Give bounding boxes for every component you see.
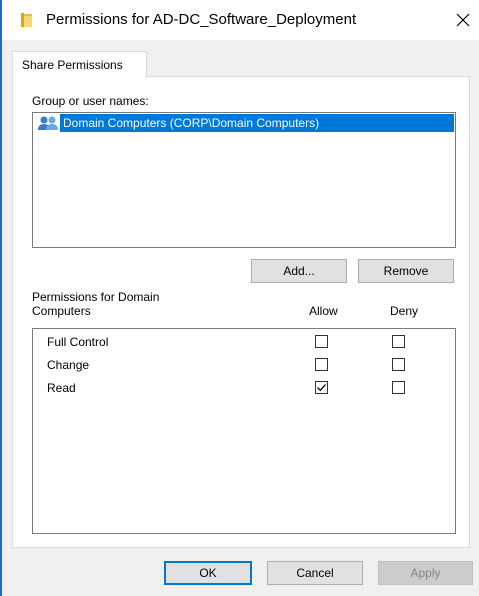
tab-label: Share Permissions — [22, 58, 123, 72]
list-item-text: Domain Computers (CORP\Domain Computers) — [63, 116, 320, 130]
permission-row-change: Change — [33, 355, 453, 377]
deny-column-header: Deny — [390, 304, 419, 318]
permission-row-read: Read — [33, 378, 453, 400]
window-title: Permissions for AD-DC_Software_Deploymen… — [46, 11, 357, 28]
checkmark-icon — [317, 384, 326, 392]
permissions-header-line2: Computers — [32, 304, 91, 318]
tab-share-permissions[interactable]: Share Permissions — [12, 51, 147, 78]
deny-read-checkbox[interactable] — [392, 381, 405, 394]
allow-change-checkbox[interactable] — [315, 358, 328, 371]
apply-button[interactable]: Apply — [378, 561, 473, 585]
ok-button[interactable]: OK — [164, 561, 252, 585]
deny-change-checkbox[interactable] — [392, 358, 405, 371]
tab-panel: Group or user names: Domain Computers (C… — [12, 76, 470, 548]
permissions-list: Full Control Change Read — [32, 328, 456, 534]
permissions-header-line1: Permissions for Domain — [32, 290, 160, 304]
permission-row-full-control: Full Control — [33, 332, 453, 354]
group-list-label: Group or user names: — [32, 94, 149, 108]
user-group-icon — [38, 115, 60, 134]
allow-read-checkbox[interactable] — [315, 381, 328, 394]
close-icon — [456, 13, 470, 27]
dialog-client-area: Share Permissions Group or user names: D… — [2, 40, 479, 596]
deny-full-control-checkbox[interactable] — [392, 335, 405, 348]
add-button[interactable]: Add... — [251, 259, 347, 283]
list-item[interactable]: Domain Computers (CORP\Domain Computers) — [34, 114, 454, 132]
folder-icon — [19, 12, 35, 28]
cancel-button[interactable]: Cancel — [267, 561, 363, 585]
remove-button[interactable]: Remove — [358, 259, 454, 283]
permission-name: Read — [47, 381, 76, 395]
permission-name: Full Control — [47, 335, 109, 349]
group-user-listbox[interactable]: Domain Computers (CORP\Domain Computers) — [32, 112, 456, 248]
title-bar[interactable]: Permissions for AD-DC_Software_Deploymen… — [2, 0, 479, 40]
permission-name: Change — [47, 358, 90, 372]
allow-column-header: Allow — [309, 304, 338, 318]
close-button[interactable] — [448, 6, 478, 34]
allow-full-control-checkbox[interactable] — [315, 335, 328, 348]
